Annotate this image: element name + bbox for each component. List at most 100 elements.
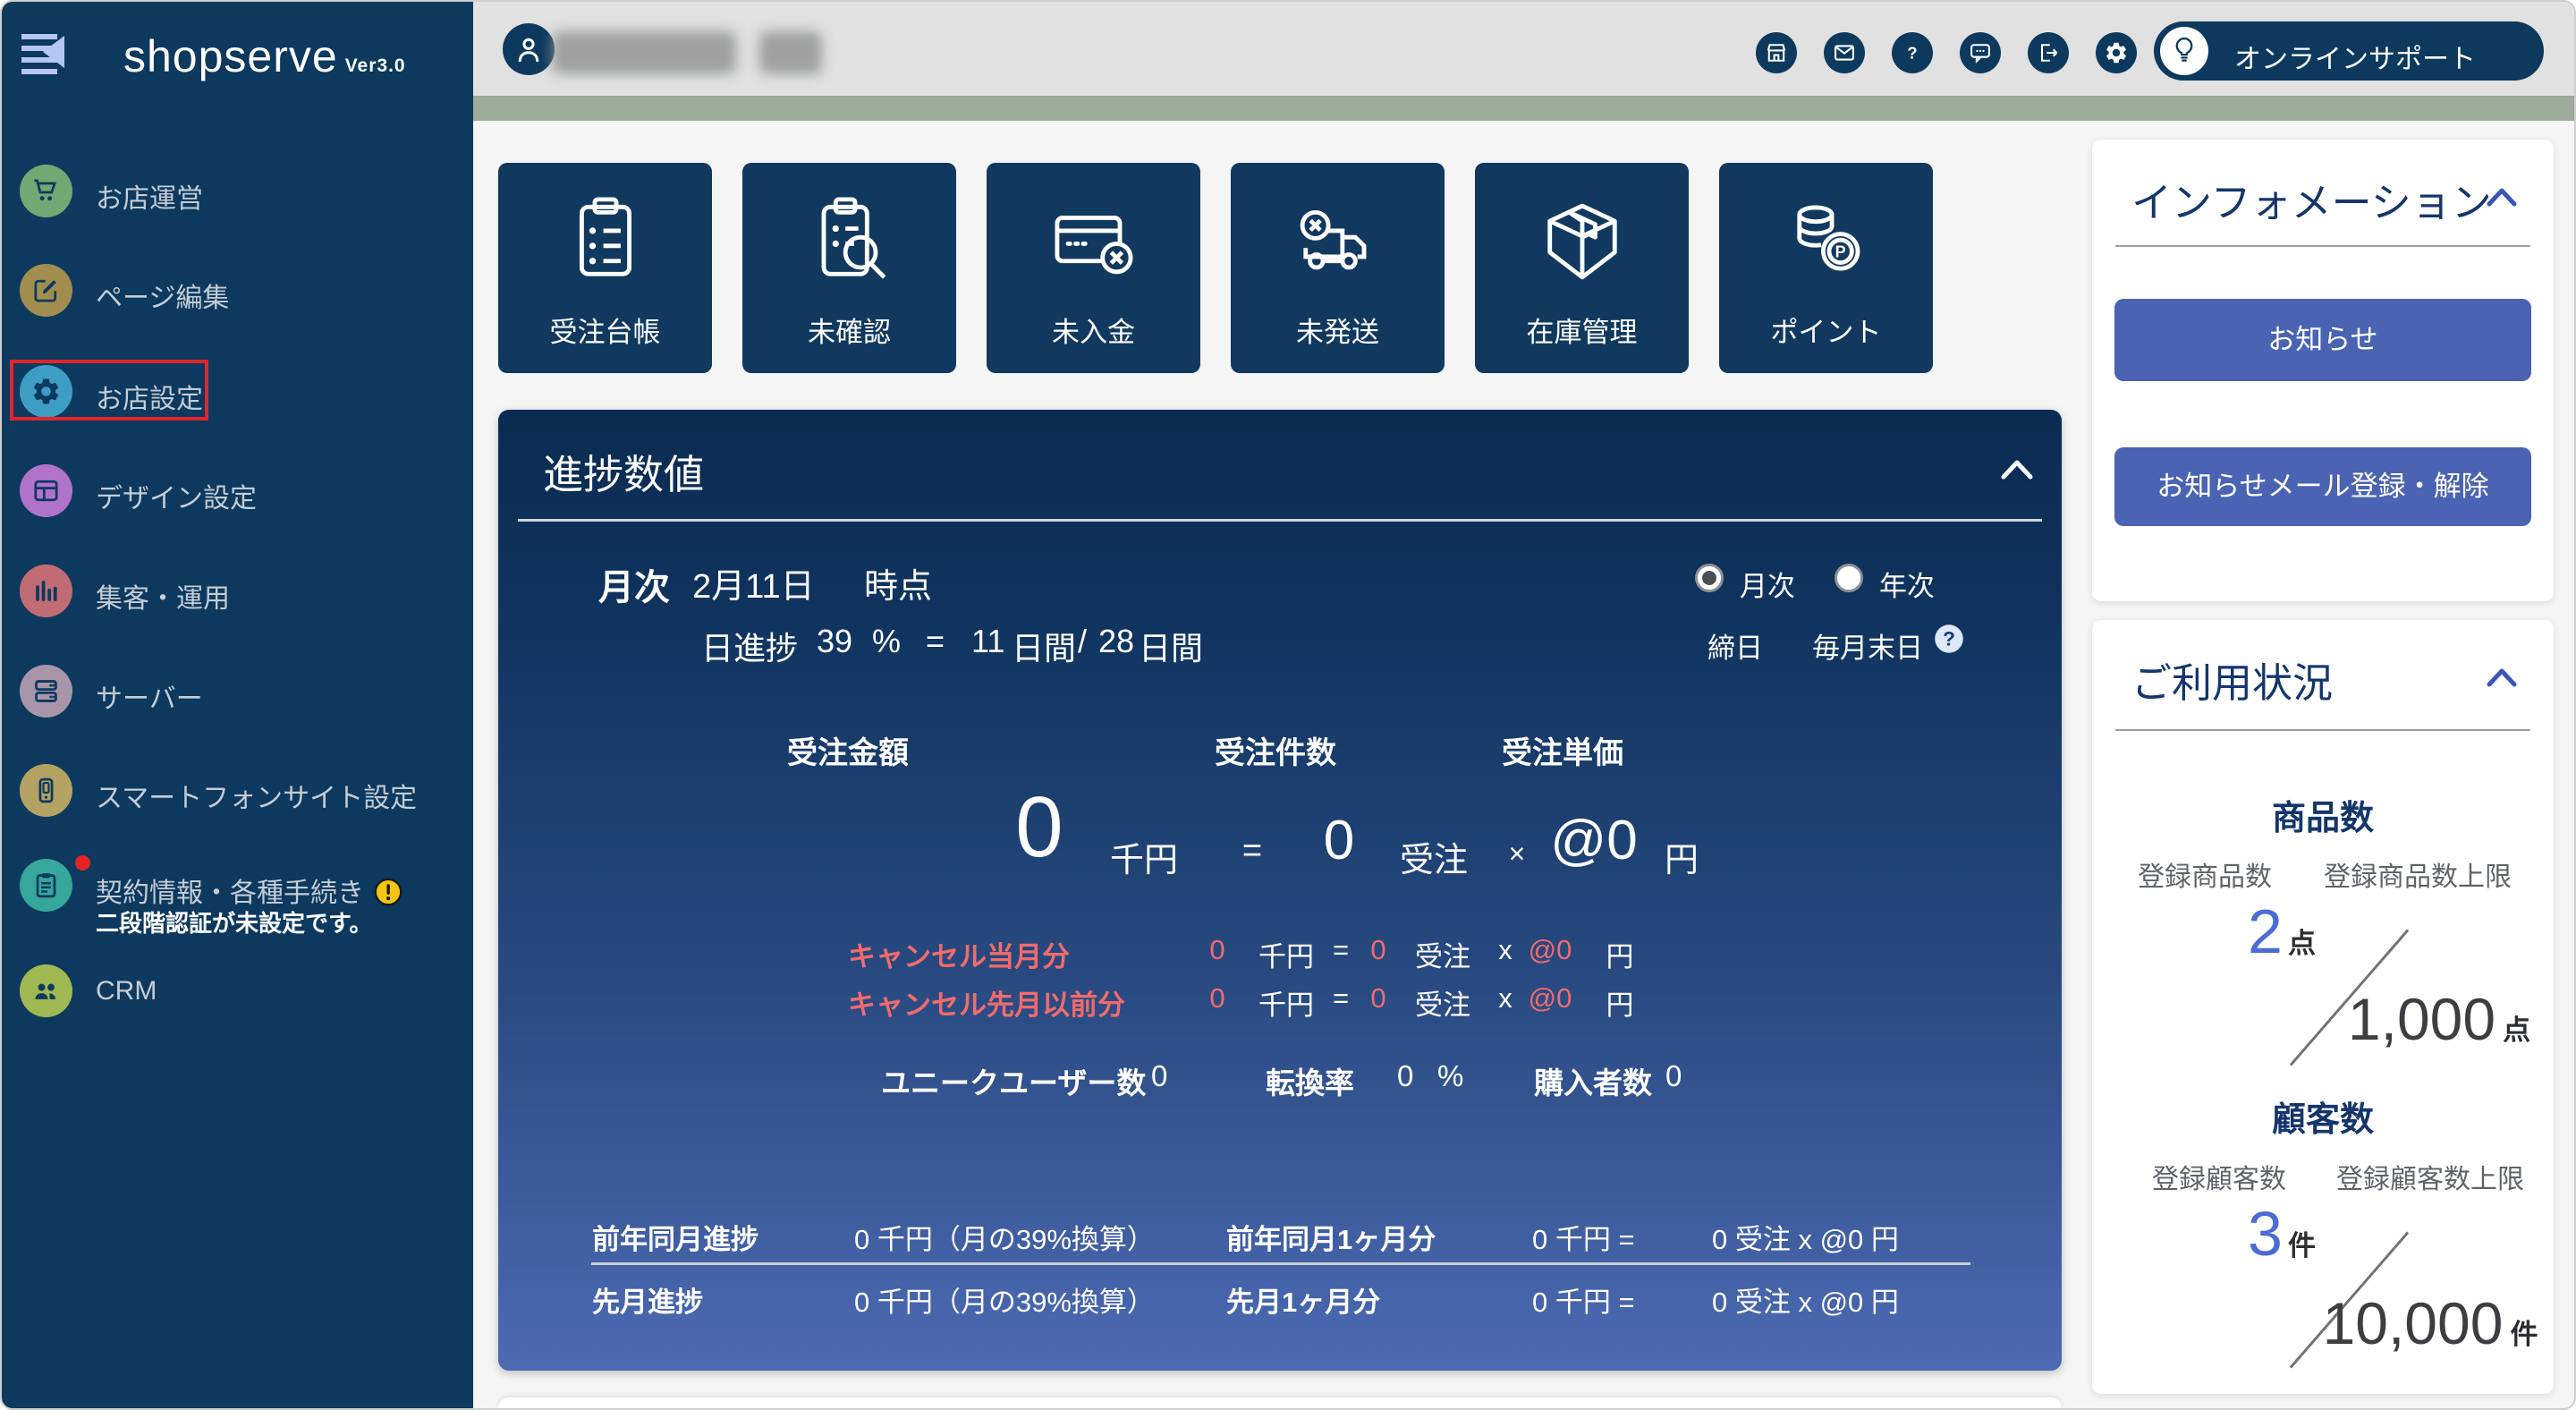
sidebar-item-page-edit[interactable]: ページ編集: [2, 264, 473, 336]
card-divider: [2115, 729, 2530, 731]
layout-icon: [20, 464, 72, 517]
sidebar-item-smartphone-site[interactable]: スマートフォンサイト設定: [2, 764, 473, 836]
sidebar-item-label: スマートフォンサイト設定: [96, 776, 417, 815]
sidebar-item-design-settings[interactable]: デザイン設定: [2, 464, 473, 536]
truck-x-icon: [1286, 190, 1390, 293]
radio-yearly-label: 年次: [1879, 564, 1935, 604]
logout-icon: [2036, 40, 2061, 65]
sidebar-item-label: ページ編集: [96, 276, 229, 315]
sidebar-item-contract-info[interactable]: 契約情報・各種手続き 二段階認証が未設定です。: [2, 859, 473, 930]
period-date: 2月11日: [692, 558, 815, 607]
cancel-count-unit: 受注: [1415, 934, 1470, 974]
collapse-chevron-icon[interactable]: [2486, 186, 2518, 208]
tile-label: 未入金: [987, 310, 1200, 350]
unique-users-value: 0: [1151, 1059, 1167, 1093]
products-current-unit: 点: [2288, 928, 2316, 959]
header-accent-strip: [473, 96, 2576, 121]
multiply-sign: x: [1498, 982, 1513, 1015]
equals-sign: =: [926, 623, 945, 660]
information-card: インフォメーション お知らせ お知らせメール登録・解除: [2092, 140, 2554, 601]
cancel-amount: 0: [1209, 934, 1224, 966]
last-month-amount: 0 千円 =: [1532, 1279, 1635, 1320]
last-month-detail: 0 受注 x @0 円: [1712, 1279, 1899, 1320]
daily-progress-label: 日進捗: [701, 623, 798, 669]
chat-button[interactable]: [1960, 32, 2001, 73]
cancel-count-unit: 受注: [1415, 982, 1470, 1023]
collapse-chevron-icon[interactable]: [2486, 667, 2518, 688]
contract-label-text: 契約情報・各種手続き: [96, 879, 364, 908]
menu-collapse-icon[interactable]: [20, 29, 66, 75]
radio-monthly[interactable]: [1695, 564, 1724, 592]
radio-yearly-circle[interactable]: [1835, 564, 1863, 592]
prev-year-amount: 0 千円 =: [1532, 1217, 1635, 1257]
card-x-icon: [1042, 190, 1146, 293]
tile-inventory[interactable]: 在庫管理: [1475, 163, 1689, 373]
store-icon: [1764, 40, 1789, 65]
sidebar-item-crm[interactable]: CRM: [2, 964, 473, 1036]
unique-users-label: ユニークユーザー数: [881, 1059, 1146, 1102]
cancel-current-month-label: キャンセル当月分: [848, 934, 1070, 974]
redacted-user-name: [759, 31, 822, 74]
radio-yearly[interactable]: [1835, 564, 1863, 592]
warning-icon: [373, 877, 403, 907]
registered-customers-value: 3件: [2248, 1198, 2316, 1270]
radio-monthly-circle[interactable]: [1695, 564, 1724, 592]
daily-progress-value: 39: [817, 623, 852, 660]
cancel-amount: 0: [1209, 982, 1224, 1015]
prev-year-converted-value: 0 千円（月の39%換算）: [854, 1217, 1155, 1257]
closing-day-help-icon[interactable]: ?: [1933, 623, 1965, 655]
news-button[interactable]: お知らせ: [2114, 299, 2531, 381]
sidebar-logo-row: shopserveVer3.0: [2, 2, 473, 100]
people-icon: [20, 964, 72, 1017]
last-month-period-label: 先月1ヶ月分: [1226, 1279, 1380, 1320]
customers-count-title: 顧客数: [2092, 1091, 2554, 1141]
col-order-unit-price: 受注単価: [1502, 728, 1623, 772]
progress-metrics-panel: 進捗数値 月次 2月11日 時点 月次 年次 日進捗 39 % = 11 日間 …: [498, 410, 2062, 1371]
online-support-button[interactable]: オンラインサポート: [2154, 21, 2544, 81]
tile-label: 未確認: [742, 310, 956, 350]
tile-unshipped[interactable]: 未発送: [1231, 163, 1445, 373]
sidebar-item-label: CRM: [96, 976, 157, 1007]
closing-day-value: 毎月末日: [1812, 625, 1923, 666]
alert-badge: [75, 855, 90, 871]
days-elapsed-unit: 日間: [1012, 623, 1076, 669]
account-avatar-button[interactable]: [503, 23, 555, 75]
tile-points[interactable]: P ポイント: [1719, 163, 1933, 373]
person-icon: [513, 33, 545, 65]
chat-icon: [1968, 40, 1993, 65]
mail-button[interactable]: [1824, 32, 1865, 73]
sidebar-item-marketing[interactable]: 集客・運用: [2, 565, 473, 636]
settings-button[interactable]: [2096, 32, 2137, 73]
cancel-amount-unit: 千円: [1258, 982, 1314, 1023]
svg-text:?: ?: [1943, 628, 1955, 650]
tile-order-ledger[interactable]: 受注台帳: [498, 163, 712, 373]
customers-limit-number: 10,000: [2323, 1290, 2504, 1356]
tile-unpaid[interactable]: 未入金: [987, 163, 1200, 373]
collapse-chevron-icon[interactable]: [1999, 456, 2035, 481]
customers-current-number: 3: [2248, 1199, 2283, 1269]
card-divider: [2115, 245, 2530, 247]
col-order-amount: 受注金額: [787, 728, 909, 772]
redacted-shop-name: [552, 31, 736, 74]
sidebar-item-shop-operation[interactable]: お店運営: [2, 165, 473, 236]
days-total-value: 28: [1098, 623, 1134, 660]
products-limit-unit: 点: [2503, 1015, 2530, 1046]
days-total-unit: 日間: [1139, 623, 1203, 669]
registered-products-label: 登録商品数: [2138, 854, 2272, 894]
help-button[interactable]: ?: [1892, 32, 1933, 73]
usage-title: ご利用状況: [2131, 650, 2333, 709]
question-icon: ?: [1900, 40, 1925, 65]
sidebar-item-server[interactable]: サーバー: [2, 665, 473, 736]
news-mail-register-button[interactable]: お知らせメール登録・解除: [2114, 447, 2531, 526]
brand-name: shopserve: [123, 31, 338, 81]
yen-unit: 円: [1606, 982, 1634, 1023]
lightbulb-icon: [2160, 27, 2208, 75]
sidebar: shopserveVer3.0 お店運営 ページ編集 お店設定: [2, 2, 473, 1410]
prev-year-month-label: 前年同月1ヶ月分: [1226, 1217, 1436, 1257]
logout-button[interactable]: [2028, 32, 2069, 73]
storefront-button[interactable]: [1756, 32, 1797, 73]
products-limit-number: 1,000: [2348, 986, 2496, 1052]
sidebar-item-label: 契約情報・各種手続き: [96, 871, 403, 910]
tile-unconfirmed[interactable]: 未確認: [742, 163, 956, 373]
panel-divider: [518, 519, 2042, 522]
